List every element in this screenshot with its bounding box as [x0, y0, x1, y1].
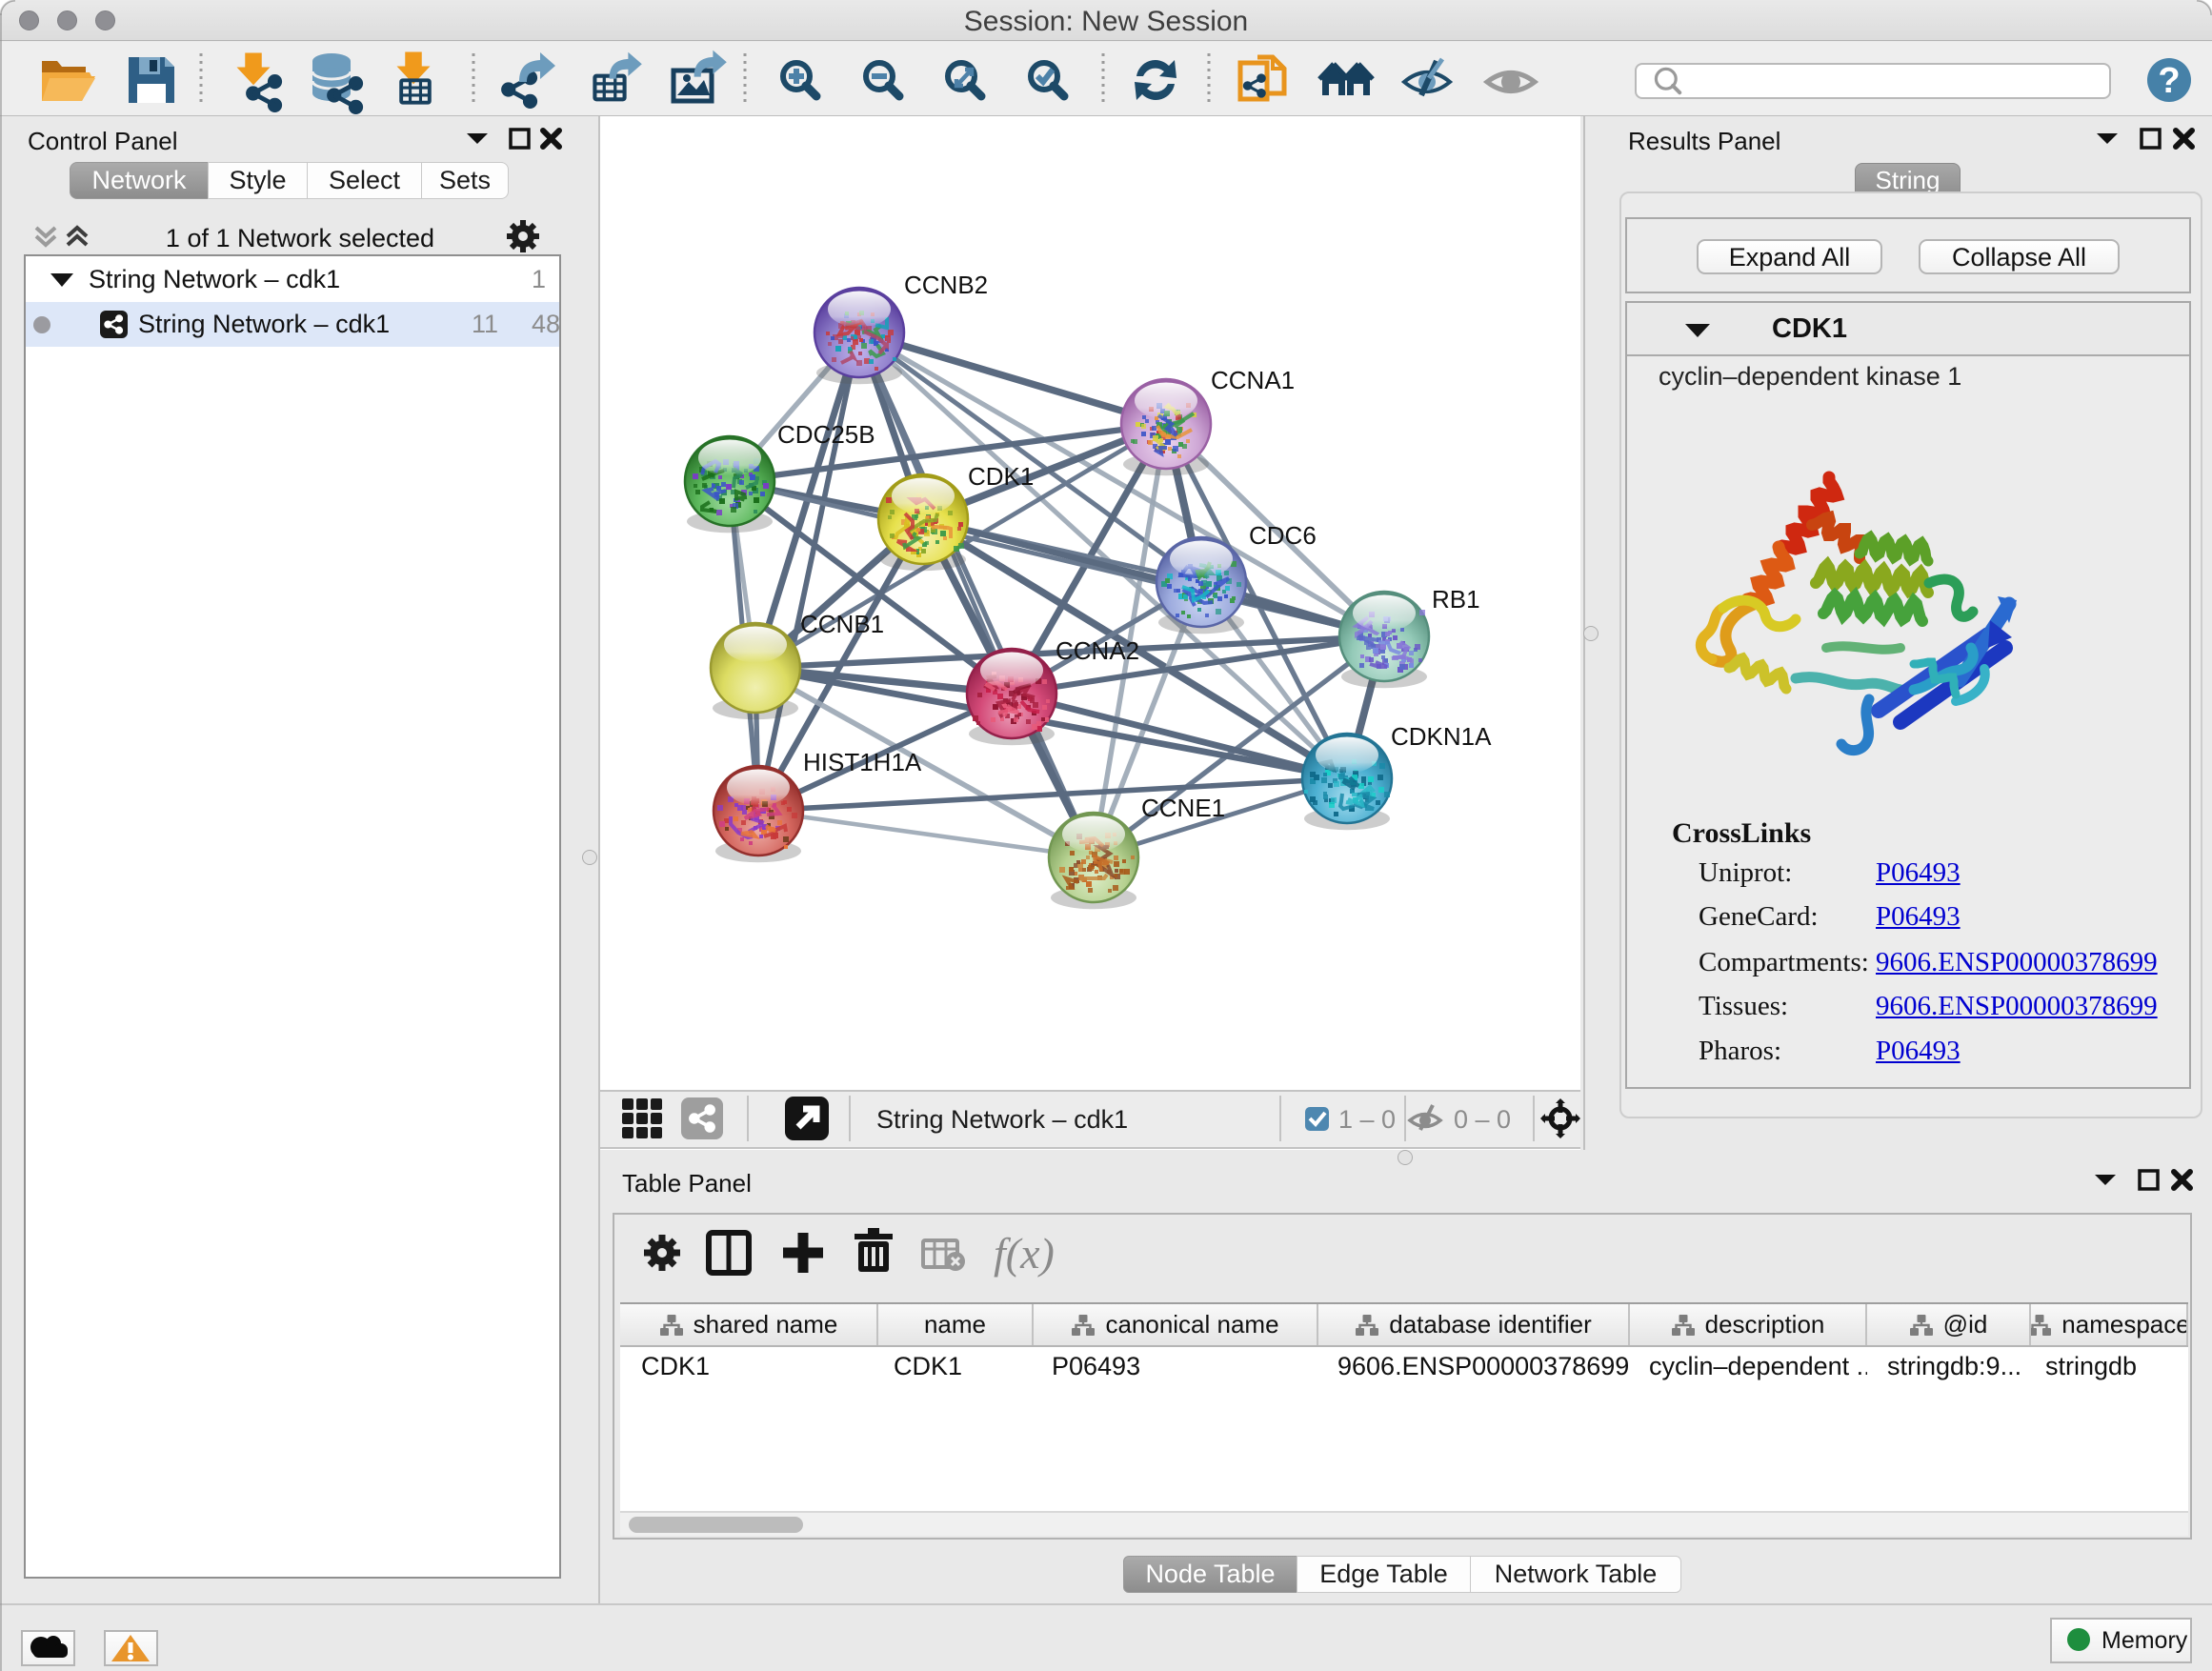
svg-text:CCNA2: CCNA2 — [1056, 636, 1139, 665]
svg-text:HIST1H1A: HIST1H1A — [803, 748, 922, 776]
svg-text:CCNA1: CCNA1 — [1211, 366, 1295, 394]
svg-text:CDKN1A: CDKN1A — [1391, 722, 1492, 751]
svg-text:CDC25B: CDC25B — [777, 420, 875, 449]
svg-text:0 – 0: 0 – 0 — [1454, 1105, 1511, 1134]
svg-text:RB1: RB1 — [1432, 585, 1480, 614]
svg-text:String Network – cdk1: String Network – cdk1 — [876, 1105, 1128, 1134]
svg-text:CDC6: CDC6 — [1249, 521, 1317, 550]
svg-text:1 – 0: 1 – 0 — [1338, 1105, 1396, 1134]
svg-text:CCNB2: CCNB2 — [904, 271, 988, 299]
svg-text:f(x): f(x) — [994, 1229, 1055, 1278]
svg-text:?: ? — [2158, 61, 2180, 101]
svg-text:CDK1: CDK1 — [968, 462, 1034, 491]
svg-text:CCNE1: CCNE1 — [1141, 794, 1225, 822]
svg-text:CCNB1: CCNB1 — [800, 610, 884, 638]
